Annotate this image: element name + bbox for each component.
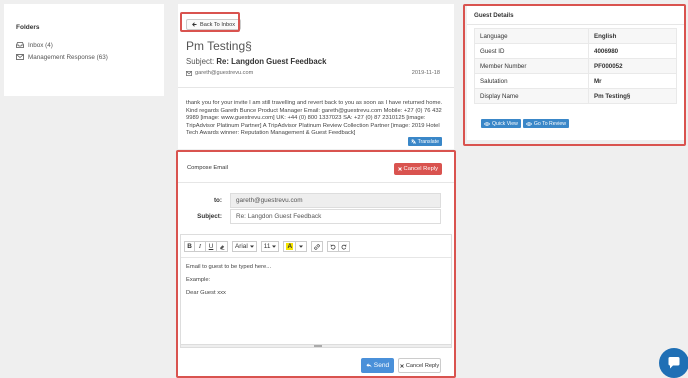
- message-body: thank you for your invite I am still tra…: [186, 100, 443, 137]
- translate-icon: [411, 139, 416, 144]
- chat-launcher-button[interactable]: [659, 348, 688, 378]
- inbox-icon: [16, 42, 24, 48]
- subject-text: Re: Langdon Guest Feedback: [216, 57, 327, 66]
- divider: [178, 87, 454, 88]
- message-subject: Subject: Re: Langdon Guest Feedback: [186, 57, 326, 66]
- sender-name: Pm Testing§: [186, 39, 252, 53]
- folder-item-inbox[interactable]: Inbox (4): [16, 39, 164, 51]
- folders-panel: Folders Inbox (4) Management Response (6…: [4, 4, 164, 96]
- folder-label: Management Response (63): [28, 53, 108, 61]
- translate-label: Translate: [417, 138, 439, 145]
- message-date: 2019-11-18: [411, 70, 440, 76]
- folder-label: Inbox (4): [28, 41, 53, 49]
- subject-prefix: Subject:: [186, 57, 215, 66]
- highlight-guest-details: [463, 4, 686, 146]
- highlight-back-button: [180, 12, 240, 32]
- envelope-icon: [186, 70, 192, 76]
- highlight-compose: [176, 150, 456, 378]
- folder-item-management-response[interactable]: Management Response (63): [16, 51, 164, 63]
- chat-bubble-icon: [667, 356, 681, 370]
- envelope-icon: [16, 54, 24, 60]
- translate-button[interactable]: Translate: [407, 137, 442, 146]
- sender-email-text: gareth@guestrevu.com: [195, 70, 254, 76]
- sender-email: gareth@guestrevu.com: [186, 70, 253, 76]
- folders-title: Folders: [16, 24, 40, 31]
